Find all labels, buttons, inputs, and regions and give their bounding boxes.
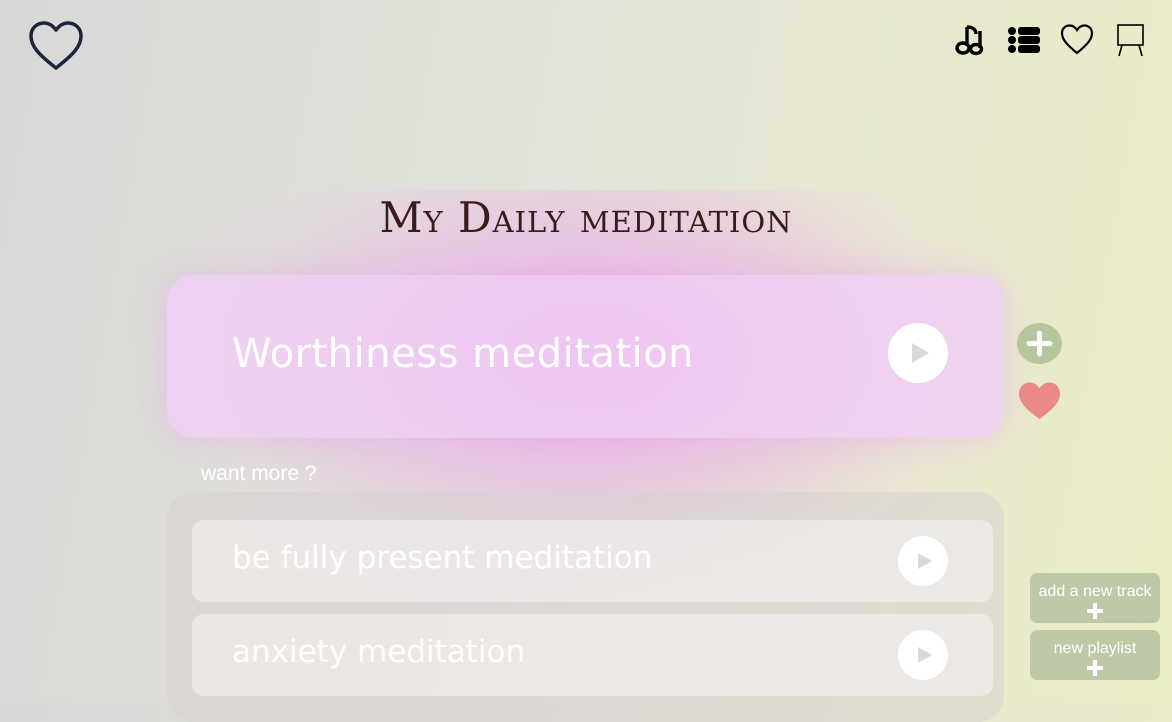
play-button[interactable] <box>898 536 948 586</box>
logo-heart-icon[interactable] <box>28 20 84 72</box>
favorite-heart-icon[interactable] <box>1018 381 1061 421</box>
track-title: anxiety meditation <box>232 634 526 670</box>
music-note-icon[interactable] <box>952 22 988 58</box>
plus-icon <box>1026 330 1053 357</box>
current-track-title: Worthiness meditation <box>232 331 695 377</box>
list-item[interactable]: be fully present meditation <box>192 520 993 602</box>
list-icon[interactable] <box>1006 22 1042 58</box>
plus-icon <box>1087 660 1103 676</box>
new-playlist-label: new playlist <box>1053 640 1137 657</box>
more-tracks-list: be fully present meditation anxiety medi… <box>167 492 1004 722</box>
easel-icon[interactable] <box>1113 22 1149 58</box>
plus-icon <box>1087 603 1103 619</box>
add-new-track-label: add a new track <box>1038 583 1152 600</box>
list-item[interactable]: anxiety meditation <box>192 614 993 696</box>
play-button[interactable] <box>888 323 948 383</box>
want-more-label: want more ? <box>201 462 317 485</box>
new-playlist-button[interactable]: new playlist <box>1030 630 1160 680</box>
add-to-playlist-button[interactable] <box>1017 323 1062 364</box>
heart-icon[interactable] <box>1059 22 1095 58</box>
add-new-track-button[interactable]: add a new track <box>1030 573 1160 623</box>
current-track-card: Worthiness meditation <box>167 275 1004 438</box>
play-button[interactable] <box>898 630 948 680</box>
page-title: My Daily meditation <box>379 193 793 243</box>
track-title: be fully present meditation <box>232 540 653 576</box>
